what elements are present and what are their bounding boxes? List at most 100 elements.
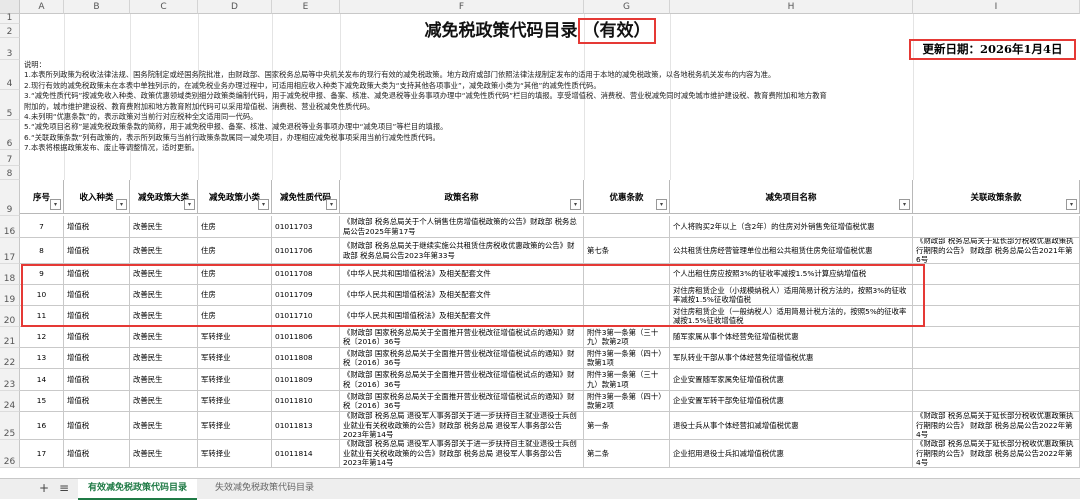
table-header-cell[interactable]: 减免政策大类 ▾ [130, 180, 198, 214]
table-cell-cat[interactable]: 改善民生 [130, 238, 198, 264]
spreadsheet-grid[interactable]: ABCDEFGHI 1 2 3 4 5 6 7 8 9 16 17 18 19 20 21 22 23 24 25 2… [0, 0, 1080, 478]
table-cell-sub[interactable]: 军转择业 [198, 391, 272, 412]
table-cell-cat[interactable]: 改善民生 [130, 264, 198, 285]
table-cell-seq[interactable]: 7 [20, 216, 64, 238]
column-header-a[interactable]: A [20, 0, 64, 14]
table-cell-seq[interactable]: 14 [20, 369, 64, 391]
row-header[interactable]: 16 [0, 216, 20, 238]
table-header-cell[interactable]: 政策名称 ▾ [340, 180, 584, 214]
filter-dropdown-icon[interactable]: ▾ [326, 199, 337, 210]
table-cell-related[interactable] [913, 391, 1080, 412]
table-cell-related[interactable]: 《财政部 税务总局关于延长部分税收优惠政策执行期限的公告》 财政部 税务总局公告… [913, 238, 1080, 264]
table-cell-code[interactable]: 01011806 [272, 327, 340, 348]
table-cell-tax[interactable]: 增值税 [64, 238, 130, 264]
table-cell-cat[interactable]: 改善民生 [130, 440, 198, 468]
table-cell-seq[interactable]: 8 [20, 238, 64, 264]
table-cell-tax[interactable]: 增值税 [64, 216, 130, 238]
table-cell-tax[interactable]: 增值税 [64, 440, 130, 468]
table-cell-related[interactable] [913, 369, 1080, 391]
table-cell-cat[interactable]: 改善民生 [130, 327, 198, 348]
table-cell-clause[interactable]: 第二条 [584, 440, 670, 468]
table-cell-seq[interactable]: 10 [20, 285, 64, 306]
table-cell-clause[interactable] [584, 306, 670, 327]
row-header[interactable]: 24 [0, 391, 20, 412]
table-cell-code[interactable]: 01011710 [272, 306, 340, 327]
row-header[interactable]: 7 [0, 150, 20, 166]
table-cell-clause[interactable]: 附件3第一条第（三十九）款第1项 [584, 369, 670, 391]
table-cell-cat[interactable]: 改善民生 [130, 216, 198, 238]
table-header-cell[interactable]: 减免性质代码 ▾ [272, 180, 340, 214]
table-cell-code[interactable]: 01011703 [272, 216, 340, 238]
add-sheet-button[interactable]: + [36, 481, 52, 495]
table-cell-policy[interactable]: 《中华人民共和国增值税法》及相关配套文件 [340, 285, 584, 306]
table-header-cell[interactable]: 关联政策条款 ▾ [913, 180, 1080, 214]
table-cell-code[interactable]: 01011706 [272, 238, 340, 264]
row-header[interactable]: 26 [0, 440, 20, 468]
table-cell-seq[interactable]: 11 [20, 306, 64, 327]
table-cell-item[interactable]: 个人将购买2年以上（含2年）的住房对外销售免征增值税优惠 [670, 216, 913, 238]
row-header[interactable]: 18 [0, 264, 20, 285]
row-header[interactable]: 17 [0, 238, 20, 264]
filter-dropdown-icon[interactable]: ▾ [570, 199, 581, 210]
table-header-cell[interactable]: 减免政策小类 ▾ [198, 180, 272, 214]
table-cell-item[interactable]: 对住房租赁企业（一般纳税人）适用简易计税方法的，按照5%的征收率减按1.5%征收… [670, 306, 913, 327]
table-cell-code[interactable]: 01011808 [272, 348, 340, 369]
table-cell-tax[interactable]: 增值税 [64, 412, 130, 440]
table-cell-item[interactable]: 公共租赁住房经营管理单位出租公共租赁住房免征增值税优惠 [670, 238, 913, 264]
filter-dropdown-icon[interactable]: ▾ [116, 199, 127, 210]
table-cell-tax[interactable]: 增值税 [64, 369, 130, 391]
table-cell-item[interactable]: 军队转业干部从事个体经营免征增值税优惠 [670, 348, 913, 369]
row-header[interactable]: 25 [0, 412, 20, 440]
table-cell-item[interactable]: 退役士兵从事个体经营扣减增值税优惠 [670, 412, 913, 440]
table-cell-seq[interactable]: 15 [20, 391, 64, 412]
table-cell-related[interactable] [913, 216, 1080, 238]
table-cell-sub[interactable]: 军转择业 [198, 369, 272, 391]
table-cell-item[interactable]: 企业安置随军家属免征增值税优惠 [670, 369, 913, 391]
table-cell-policy[interactable]: 《财政部 国家税务总局关于全面推开营业税改征增值税试点的通知》财税〔2016〕3… [340, 391, 584, 412]
table-cell-policy[interactable]: 《财政部 国家税务总局关于全面推开营业税改征增值税试点的通知》财税〔2016〕3… [340, 369, 584, 391]
column-header-h[interactable]: H [670, 0, 913, 14]
table-cell-code[interactable]: 01011814 [272, 440, 340, 468]
filter-dropdown-icon[interactable]: ▾ [184, 199, 195, 210]
table-cell-seq[interactable]: 17 [20, 440, 64, 468]
column-header-b[interactable]: B [64, 0, 130, 14]
table-cell-seq[interactable]: 9 [20, 264, 64, 285]
table-cell-clause[interactable]: 附件3第一条第（四十）款第2项 [584, 391, 670, 412]
table-cell-item[interactable]: 随军家属从事个体经营免征增值税优惠 [670, 327, 913, 348]
table-cell-tax[interactable]: 增值税 [64, 391, 130, 412]
row-header[interactable]: 4 [0, 60, 20, 90]
table-cell-clause[interactable]: 附件3第一条第（四十）款第1项 [584, 348, 670, 369]
table-cell-related[interactable]: 《财政部 税务总局关于延长部分税收优惠政策执行期限的公告》 财政部 税务总局公告… [913, 412, 1080, 440]
table-cell-code[interactable]: 01011810 [272, 391, 340, 412]
table-cell-related[interactable]: 《财政部 税务总局关于延长部分税收优惠政策执行期限的公告》 财政部 税务总局公告… [913, 440, 1080, 468]
table-cell-clause[interactable]: 第七条 [584, 238, 670, 264]
row-header[interactable]: 9 [0, 180, 20, 216]
table-cell-policy[interactable]: 《财政部 国家税务总局关于全面推开营业税改征增值税试点的通知》财税〔2016〕3… [340, 348, 584, 369]
table-cell-related[interactable] [913, 285, 1080, 306]
filter-dropdown-icon[interactable]: ▾ [899, 199, 910, 210]
table-cell-item[interactable]: 企业安置军转干部免征增值税优惠 [670, 391, 913, 412]
table-cell-seq[interactable]: 13 [20, 348, 64, 369]
table-cell-cat[interactable]: 改善民生 [130, 369, 198, 391]
table-cell-cat[interactable]: 改善民生 [130, 285, 198, 306]
row-header[interactable]: 23 [0, 369, 20, 391]
column-header-f[interactable]: F [340, 0, 584, 14]
table-cell-policy[interactable]: 《财政部 税务总局 退役军人事务部关于进一步扶持自主就业退役士兵创业就业有关税收… [340, 440, 584, 468]
row-header[interactable]: 20 [0, 306, 20, 327]
table-cell-code[interactable]: 01011709 [272, 285, 340, 306]
filter-dropdown-icon[interactable]: ▾ [1066, 199, 1077, 210]
table-cell-clause[interactable] [584, 285, 670, 306]
column-header-e[interactable]: E [272, 0, 340, 14]
table-header-cell[interactable]: 序号 ▾ [20, 180, 64, 214]
table-cell-tax[interactable]: 增值税 [64, 264, 130, 285]
table-cell-code[interactable]: 01011708 [272, 264, 340, 285]
tab-valid-policies[interactable]: 有效减免税政策代码目录 [78, 479, 198, 500]
table-cell-cat[interactable]: 改善民生 [130, 391, 198, 412]
row-header[interactable]: 22 [0, 348, 20, 369]
column-header-d[interactable]: D [198, 0, 272, 14]
column-header-i[interactable]: I [913, 0, 1080, 14]
table-cell-sub[interactable]: 住房 [198, 285, 272, 306]
row-header[interactable]: 8 [0, 166, 20, 180]
table-cell-related[interactable] [913, 306, 1080, 327]
table-cell-tax[interactable]: 增值税 [64, 285, 130, 306]
